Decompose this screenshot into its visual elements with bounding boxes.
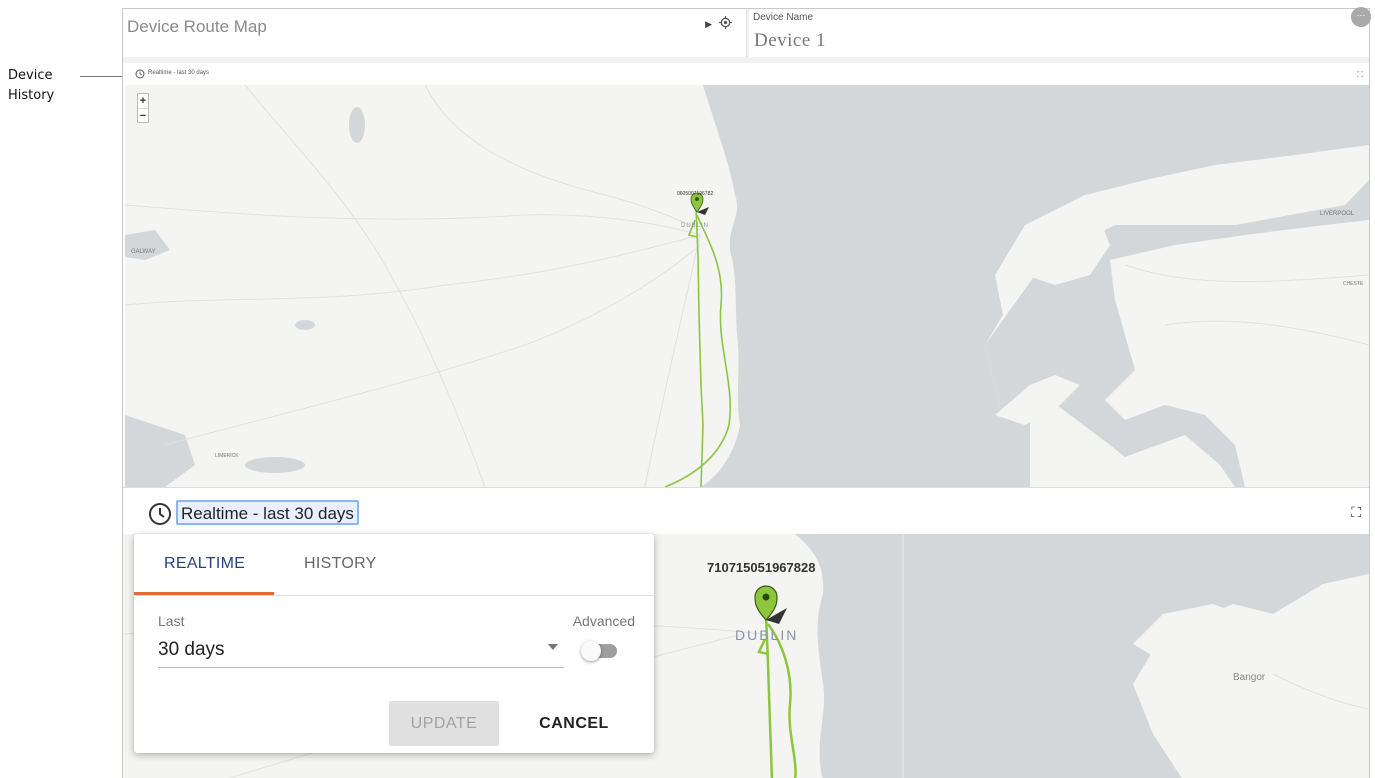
active-tab-indicator — [134, 592, 274, 595]
zoom-in-button[interactable]: + — [138, 94, 148, 108]
zoom-control: + − — [137, 93, 149, 123]
place-liverpool: LIVERPOOL — [1320, 211, 1355, 217]
map-tiles: 0605007196782 DUBLIN GALWAY LIMERICK LIV… — [125, 85, 1369, 487]
advanced-label: Advanced — [572, 613, 635, 629]
advanced-toggle[interactable] — [581, 641, 617, 661]
zoom-out-button[interactable]: − — [138, 108, 148, 122]
dashboard: Device Route Map ▶ Device Name Device 1 … — [122, 7, 1371, 778]
time-range-button[interactable]: Realtime - last 30 days — [176, 500, 359, 525]
place-chester: CHESTE — [1343, 281, 1364, 287]
cancel-button[interactable]: CANCEL — [519, 701, 629, 746]
page: Device History Device Route Map ▶ Device… — [0, 0, 1375, 778]
widget-title: Device Route Map — [127, 17, 267, 36]
device-id-label: 710715051967828 — [707, 560, 815, 575]
play-icon[interactable]: ▶ — [705, 19, 712, 30]
route-map-widget: Realtime - last 30 days ⛶ 0605007196782 … — [123, 63, 1369, 487]
last-label: Last — [158, 613, 185, 629]
device-history-annotation: Device History — [8, 66, 78, 106]
clock-icon — [149, 503, 171, 525]
place-dublin: DUBLIN — [681, 223, 709, 229]
place-dublin: DUBLIN — [735, 627, 798, 643]
device-history-widget: Realtime - last 30 days ⛶ 71071505196782… — [123, 487, 1369, 778]
clock-icon — [135, 69, 145, 79]
fullscreen-icon[interactable]: ⛶ — [1357, 70, 1363, 80]
map-header: Realtime - last 30 days ⛶ — [123, 63, 1369, 85]
time-range-tabs: REALTIME HISTORY — [134, 534, 654, 596]
place-galway: GALWAY — [131, 249, 156, 255]
place-limerick: LIMERICK — [215, 453, 239, 459]
tab-history[interactable]: HISTORY — [304, 555, 377, 573]
device-name-label: Device Name — [753, 12, 814, 23]
device-id-label: 0605007196782 — [677, 191, 713, 197]
annotation-leader-line — [80, 76, 122, 77]
fullscreen-icon[interactable]: ⛶ — [1351, 504, 1361, 521]
last-period-value: 30 days — [158, 639, 225, 660]
locate-icon[interactable] — [719, 16, 732, 29]
time-range-popup: REALTIME HISTORY Last Advanced 30 days U… — [134, 534, 654, 753]
device-name-value: Device 1 — [754, 30, 827, 51]
time-range-button[interactable]: Realtime - last 30 days — [148, 70, 209, 76]
update-button[interactable]: UPDATE — [389, 701, 499, 746]
last-period-select[interactable]: 30 days — [158, 635, 564, 668]
place-bangor: Bangor — [1233, 672, 1266, 683]
tab-realtime[interactable]: REALTIME — [164, 555, 245, 573]
device-name-widget: Device Name Device 1 ⋯ — [749, 7, 1371, 57]
chevron-down-icon — [548, 644, 558, 650]
annotation-line-1: Device — [8, 68, 53, 83]
title-widget: Device Route Map ▶ — [123, 9, 747, 57]
map-canvas[interactable]: 0605007196782 DUBLIN GALWAY LIMERICK LIV… — [125, 85, 1369, 487]
annotation-line-2: History — [8, 88, 55, 103]
toggle-knob — [581, 641, 601, 661]
more-dots-icon[interactable]: ⋯ — [1351, 7, 1371, 27]
